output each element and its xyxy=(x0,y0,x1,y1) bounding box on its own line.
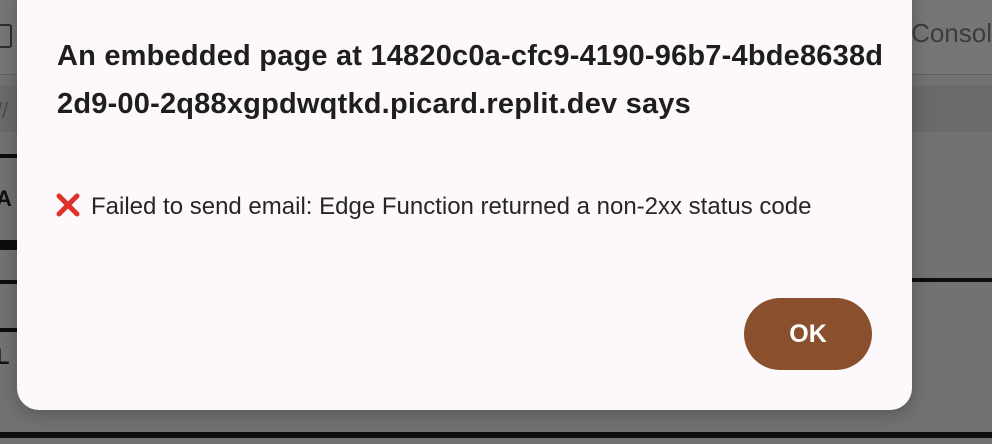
background-divider xyxy=(0,432,992,438)
dialog-message-text: Failed to send email: Edge Function retu… xyxy=(91,193,812,220)
ok-button[interactable]: OK xyxy=(744,298,872,370)
page-icon xyxy=(0,24,12,48)
console-tab-label: Consol xyxy=(911,18,992,48)
dialog-title: An embedded page at 14820c0a-cfc9-4190-9… xyxy=(57,40,884,120)
cross-mark-icon xyxy=(56,193,80,217)
alert-dialog: An embedded page at 14820c0a-cfc9-4190-9… xyxy=(17,0,912,410)
background-url-text: // xyxy=(0,98,9,123)
background-label: L xyxy=(0,344,10,369)
background-divider xyxy=(905,278,992,282)
dialog-message: Failed to send email: Edge Function retu… xyxy=(55,186,875,228)
background-label: A xyxy=(0,186,12,211)
